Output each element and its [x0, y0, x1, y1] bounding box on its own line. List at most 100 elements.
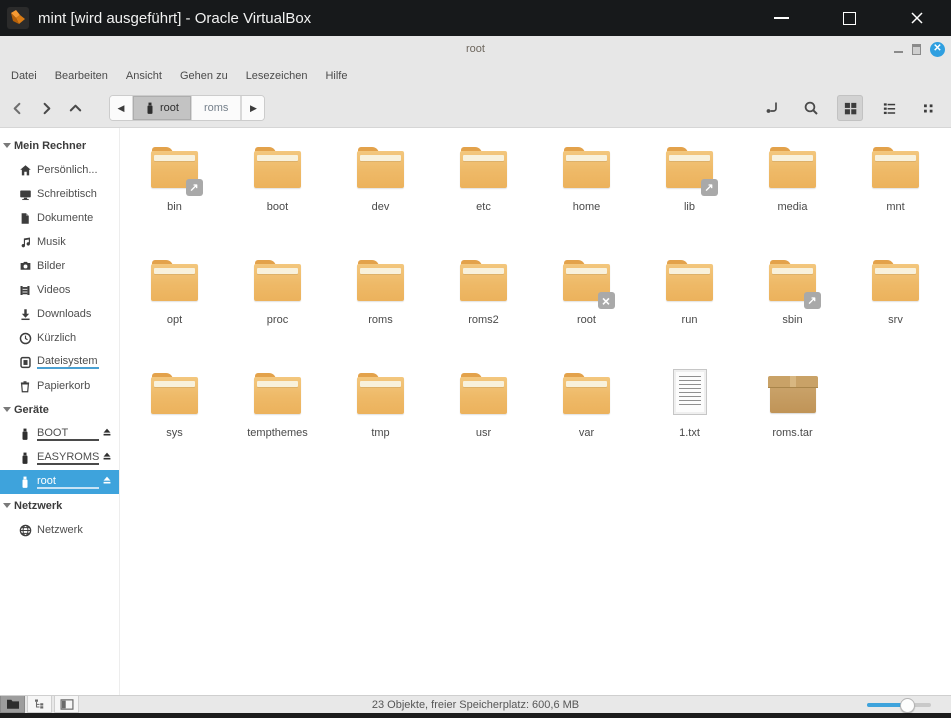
sidebar-item-musik[interactable]: Musik — [0, 230, 119, 254]
file-item-sbin[interactable]: ↗sbin — [741, 253, 844, 359]
folder-icon — [254, 373, 301, 414]
folder-icon — [254, 260, 301, 301]
file-grid[interactable]: ↗binbootdevetchome↗libmediamntoptprocrom… — [120, 128, 951, 695]
sidebar-item-label: Bilder — [37, 260, 65, 272]
sidebar-item-downloads[interactable]: Downloads — [0, 302, 119, 326]
folder-icon — [151, 373, 198, 414]
sidebar-item-papierkorb[interactable]: Papierkorb — [0, 374, 119, 398]
sidebar-section-mein-rechner[interactable]: Mein Rechner — [0, 134, 119, 158]
file-item-boot[interactable]: boot — [226, 140, 329, 246]
search-button[interactable] — [798, 95, 824, 121]
back-button[interactable] — [8, 99, 26, 117]
folder-icon — [563, 373, 610, 414]
app-minimize-button[interactable] — [894, 51, 903, 53]
menu-ansicht[interactable]: Ansicht — [117, 66, 171, 86]
sidebar-section-label: Mein Rechner — [14, 140, 86, 152]
grid-view-button[interactable] — [837, 95, 863, 121]
sidebar-item-easyroms[interactable]: EASYROMS — [0, 446, 119, 470]
sidebar-item-netzwerk[interactable]: Netzwerk — [0, 518, 119, 542]
pathbar-segment-roms[interactable]: roms — [192, 96, 241, 120]
sidebar-item-root[interactable]: root — [0, 470, 119, 494]
disk-usage-bar — [37, 439, 99, 441]
folder-icon — [454, 140, 514, 196]
menu-bearbeiten[interactable]: Bearbeiten — [46, 66, 117, 86]
sidebar-item-labelwrap: Kürzlich — [37, 332, 76, 344]
file-item-roms[interactable]: roms — [329, 253, 432, 359]
file-item-bin[interactable]: ↗bin — [123, 140, 226, 246]
sidebar-item-labelwrap: BOOT — [37, 427, 99, 441]
pathbar-segment-root[interactable]: root — [133, 96, 192, 120]
edit-location-button[interactable] — [759, 95, 785, 121]
toggle-sidebar-button[interactable] — [54, 696, 79, 713]
file-item-lib[interactable]: ↗lib — [638, 140, 741, 246]
trash-icon — [18, 380, 32, 393]
sidebar-item-bilder[interactable]: Bilder — [0, 254, 119, 278]
sidebar-item-schreibtisch[interactable]: Schreibtisch — [0, 182, 119, 206]
eject-button[interactable] — [102, 451, 112, 461]
menu-gehen-zu[interactable]: Gehen zu — [171, 66, 237, 86]
file-item-sys[interactable]: sys — [123, 366, 226, 472]
file-item-home[interactable]: home — [535, 140, 638, 246]
pathbar-scroll-right-button[interactable]: ▶ — [241, 96, 264, 120]
file-item-etc[interactable]: etc — [432, 140, 535, 246]
eject-button[interactable] — [102, 475, 112, 485]
file-item-tempthemes[interactable]: tempthemes — [226, 366, 329, 472]
sidebar-item-boot[interactable]: BOOT — [0, 422, 119, 446]
file-item-root[interactable]: × root — [535, 253, 638, 359]
disk-usage-bar — [37, 367, 99, 369]
sidebar-item-label: BOOT — [37, 427, 68, 439]
file-item-roms-tar[interactable]: roms.tar — [741, 366, 844, 472]
menu-hilfe[interactable]: Hilfe — [316, 66, 356, 86]
disk-icon — [18, 356, 32, 369]
compact-view-button[interactable] — [915, 95, 941, 121]
minimize-button[interactable] — [747, 0, 815, 36]
file-item-srv[interactable]: srv — [844, 253, 947, 359]
file-item-mnt[interactable]: mnt — [844, 140, 947, 246]
zoom-slider[interactable] — [867, 703, 931, 707]
maximize-button[interactable] — [815, 0, 883, 36]
places-button[interactable] — [0, 696, 25, 713]
menu-datei[interactable]: Datei — [2, 66, 46, 86]
sidebar-item-labelwrap: root — [37, 475, 99, 489]
sidebar-section-netzwerk[interactable]: Netzwerk — [0, 494, 119, 518]
folder-icon: × — [557, 253, 617, 309]
folder-icon — [460, 147, 507, 188]
home-icon — [18, 164, 32, 177]
filemanager-titlebar[interactable]: root ✕ — [0, 36, 951, 62]
treeview-button[interactable] — [27, 696, 52, 713]
menu-lesezeichen[interactable]: Lesezeichen — [237, 66, 317, 86]
app-maximize-button[interactable] — [912, 44, 921, 55]
folder-icon: ↗ — [660, 140, 720, 196]
up-button[interactable] — [66, 99, 84, 117]
sidebar-item-persönlich[interactable]: Persönlich... — [0, 158, 119, 182]
music-icon — [18, 236, 32, 249]
file-item-opt[interactable]: opt — [123, 253, 226, 359]
folder-icon — [872, 147, 919, 188]
sidebar-section-geräte[interactable]: Geräte — [0, 398, 119, 422]
pathbar-scroll-left-button[interactable]: ◀ — [110, 96, 133, 120]
file-item-var[interactable]: var — [535, 366, 638, 472]
file-item-proc[interactable]: proc — [226, 253, 329, 359]
file-item-tmp[interactable]: tmp — [329, 366, 432, 472]
file-item-dev[interactable]: dev — [329, 140, 432, 246]
forward-button[interactable] — [37, 99, 55, 117]
eject-button[interactable] — [102, 427, 112, 437]
file-item-1-txt[interactable]: 1.txt — [638, 366, 741, 472]
list-view-button[interactable] — [876, 95, 902, 121]
sidebar-item-dokumente[interactable]: Dokumente — [0, 206, 119, 230]
file-item-media[interactable]: media — [741, 140, 844, 246]
pathbar-segment-label: roms — [204, 102, 228, 114]
sidebar-item-dateisystem[interactable]: Dateisystem — [0, 350, 119, 374]
sidebar-item-videos[interactable]: Videos — [0, 278, 119, 302]
zoom-slider-handle[interactable] — [900, 698, 915, 713]
sidebar-item-kürzlich[interactable]: Kürzlich — [0, 326, 119, 350]
file-item-roms2[interactable]: roms2 — [432, 253, 535, 359]
file-label: root — [577, 314, 596, 326]
file-item-run[interactable]: run — [638, 253, 741, 359]
app-close-button[interactable]: ✕ — [930, 42, 945, 57]
folder-icon — [151, 260, 198, 301]
folder-icon — [351, 140, 411, 196]
close-button[interactable] — [883, 0, 951, 36]
toggle-sidebar-icon — [60, 699, 74, 710]
file-item-usr[interactable]: usr — [432, 366, 535, 472]
